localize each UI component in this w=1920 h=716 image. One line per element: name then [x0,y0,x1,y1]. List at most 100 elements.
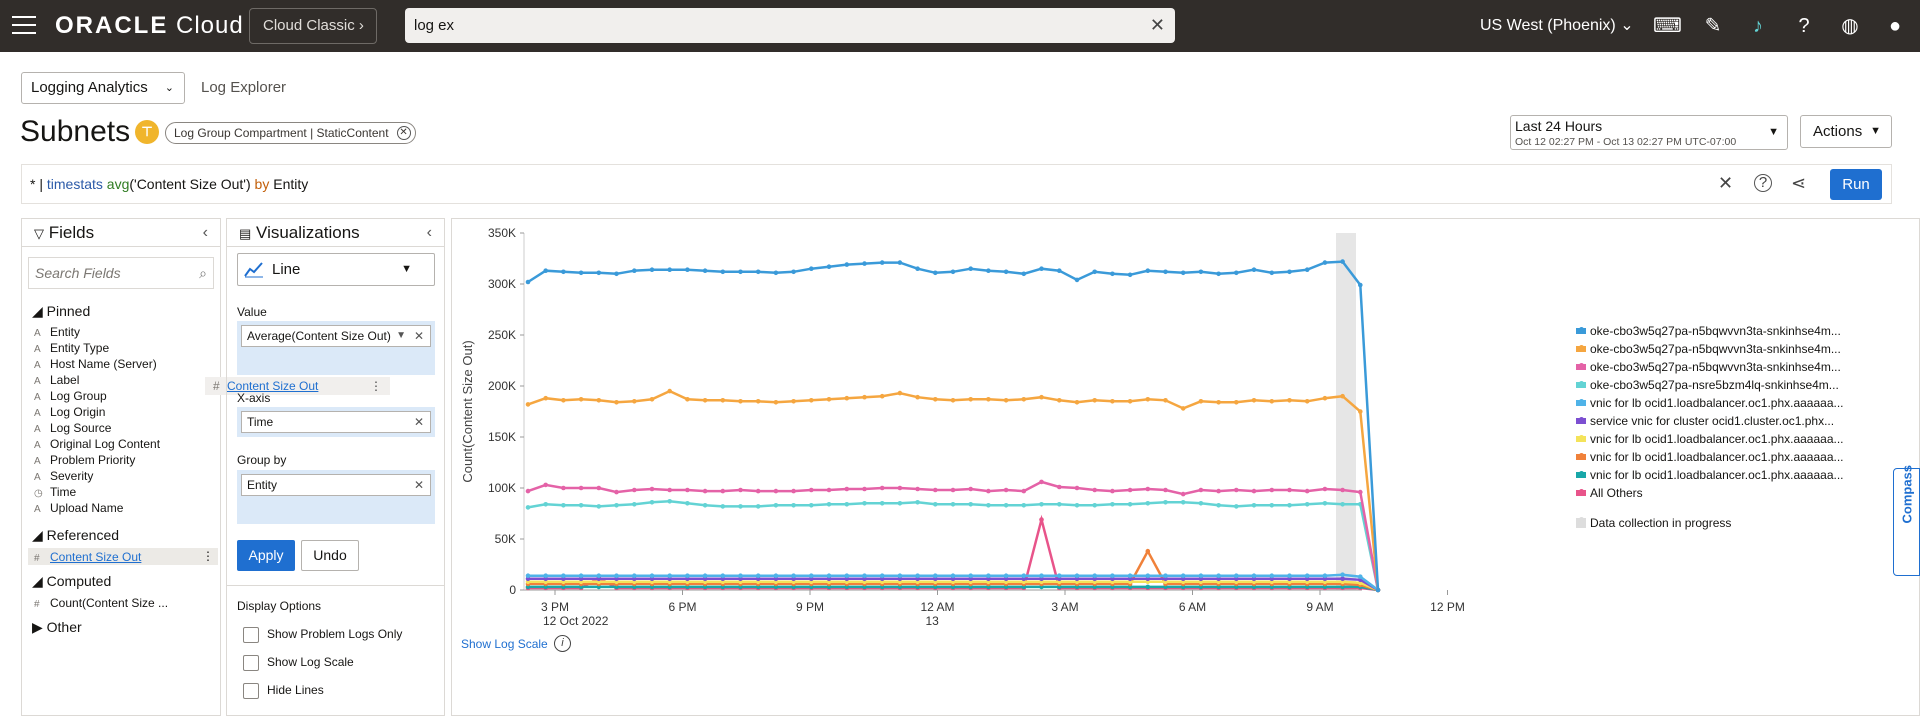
groupby-pill[interactable]: Entity ✕ [241,474,431,496]
pinned-field[interactable]: A Severity [34,469,93,483]
pinned-field[interactable]: A Upload Name [34,501,123,515]
pinned-field[interactable]: A Log Source [34,421,111,435]
y-tick-label: 200K [488,379,516,393]
pinned-group-toggle[interactable]: ◢ Pinned [32,303,90,320]
pinned-field[interactable]: A Label [34,373,79,387]
data-point [809,487,814,493]
notifications-bell-icon[interactable]: ♪ [1745,13,1771,39]
data-point [1180,270,1186,276]
search-fields-input[interactable]: Search Fields ⌕ [28,257,214,289]
pinned-field[interactable]: A Entity Type [34,341,109,355]
display-options-label: Display Options [237,599,322,613]
show-log-scale-link[interactable]: Show Log Scale [461,637,548,651]
pinned-field[interactable]: A Entity [34,325,80,339]
legend-item[interactable]: All Others [1576,486,1643,500]
field-content-size-out[interactable]: # Content Size Out [34,550,141,564]
field-type-icon: A [34,424,41,435]
value-pill[interactable]: Average(Content Size Out) ▼ ✕ [241,325,431,347]
breadcrumb-log-explorer[interactable]: Log Explorer [201,79,286,96]
hide-lines-checkbox[interactable]: Hide Lines [243,683,324,699]
data-point [773,270,779,276]
pinned-field[interactable]: A Log Group [34,389,107,403]
filter-funnel-icon: ▽ [34,226,44,241]
other-group-toggle[interactable]: ▶ Other [32,619,82,636]
query-editor[interactable]: * | timestats avg('Content Size Out') by… [21,164,1892,204]
field-menu-icon[interactable]: ⋮ [202,549,214,563]
legend-item[interactable]: oke-cbo3w5q27pa-nsre5bzm4lq-snkinhse4m..… [1576,378,1839,392]
computed-group-toggle[interactable]: ◢ Computed [32,573,111,590]
visualization-type-select[interactable]: Line ▼ [237,253,435,286]
remove-filter-icon[interactable]: ✕ [396,126,411,140]
data-point [738,487,743,493]
collapse-viz-icon[interactable]: ‹ [427,219,432,247]
field-type-icon: A [34,456,41,467]
run-button[interactable]: Run [1830,169,1882,200]
value-dropzone[interactable]: Average(Content Size Out) ▼ ✕ [237,321,435,375]
undo-button[interactable]: Undo [301,540,359,571]
y-axis-title: Count(Content Size Out) [460,340,475,482]
help-icon[interactable]: ? [1791,13,1817,39]
referenced-group-toggle[interactable]: ◢ Referenced [32,527,119,544]
remove-value-icon[interactable]: ✕ [414,326,424,346]
data-point [632,399,637,404]
collapse-fields-icon[interactable]: ‹ [203,219,208,247]
global-search-input[interactable]: log ex ✕ [405,8,1175,43]
apply-button[interactable]: Apply [237,540,295,571]
legend-marker-icon [1576,489,1586,496]
oracle-cloud-logo[interactable]: ORACLE Cloud [55,12,244,40]
data-point [1198,399,1204,404]
x-tick-label: 3 AM [1051,600,1078,614]
legend-item[interactable]: oke-cbo3w5q27pa-n5bqwvvn3ta-snkinhse4m..… [1576,360,1841,374]
legend-item[interactable]: vnic for lb ocid1.loadbalancer.oc1.phx.a… [1576,468,1844,482]
remove-xaxis-icon[interactable]: ✕ [414,412,424,432]
data-point [1127,573,1133,578]
legend-item[interactable]: vnic for lb ocid1.loadbalancer.oc1.phx.a… [1576,432,1844,446]
info-icon[interactable]: i [554,635,571,652]
legend-item[interactable]: service vnic for cluster ocid1.cluster.o… [1576,414,1834,428]
data-point [667,499,672,504]
data-point [561,269,566,275]
show-log-scale-checkbox[interactable]: Show Log Scale [243,655,354,671]
cloud-classic-button[interactable]: Cloud Classic › [249,8,377,44]
legend-marker-icon [1576,399,1586,406]
compass-panel-toggle[interactable]: Compass [1893,465,1920,576]
pinned-field[interactable]: A Log Origin [34,405,105,419]
field-computed-count[interactable]: # Count(Content Size ... [34,596,168,610]
legend-item[interactable]: vnic for lb ocid1.loadbalancer.oc1.phx.a… [1576,450,1844,464]
legend-item[interactable]: oke-cbo3w5q27pa-n5bqwvvn3ta-snkinhse4m..… [1576,342,1841,356]
data-point [986,503,991,508]
legend-item[interactable]: vnic for lb ocid1.loadbalancer.oc1.phx.a… [1576,396,1844,410]
user-profile-icon[interactable]: ● [1882,13,1908,39]
pinned-field[interactable]: A Host Name (Server) [34,357,157,371]
clear-query-icon[interactable]: ✕ [1718,173,1733,194]
time-range-selector[interactable]: Last 24 Hours Oct 12 02:27 PM - Oct 13 0… [1510,115,1788,150]
language-globe-icon[interactable]: ◍ [1837,13,1863,39]
data-point [1039,517,1044,522]
data-point [1092,573,1097,578]
data-point [1039,266,1044,271]
xaxis-pill[interactable]: Time ✕ [241,411,431,433]
cloud-shell-icon[interactable]: ⌨ [1653,13,1682,39]
hamburger-menu-icon[interactable] [12,16,36,36]
filter-icon[interactable]: ⊤ [135,120,159,144]
xaxis-dropzone[interactable]: Time ✕ [237,407,435,437]
edit-icon[interactable]: ✎ [1700,13,1726,39]
remove-groupby-icon[interactable]: ✕ [414,475,424,495]
query-help-icon[interactable]: ? [1754,174,1772,192]
pinned-field[interactable]: A Original Log Content [34,437,160,451]
data-point [986,397,991,402]
region-selector[interactable]: US West (Phoenix) ⌄ [1480,15,1634,35]
pinned-field[interactable]: ◷ Time [34,485,76,499]
share-icon[interactable]: ⋖ [1791,173,1806,194]
data-point [755,399,761,404]
data-point [614,573,619,578]
actions-menu-button[interactable]: Actions ▼ [1800,115,1892,148]
pinned-field[interactable]: A Problem Priority [34,453,135,467]
show-problem-logs-checkbox[interactable]: Show Problem Logs Only [243,627,402,643]
data-point [1287,487,1292,493]
legend-item[interactable]: oke-cbo3w5q27pa-n5bqwvvn3ta-snkinhse4m..… [1576,324,1841,338]
app-selector[interactable]: Logging Analytics ⌄ [21,72,185,104]
y-tick-label: 50K [495,532,516,546]
clear-search-icon[interactable]: ✕ [1150,8,1165,43]
groupby-dropzone[interactable]: Entity ✕ [237,470,435,524]
